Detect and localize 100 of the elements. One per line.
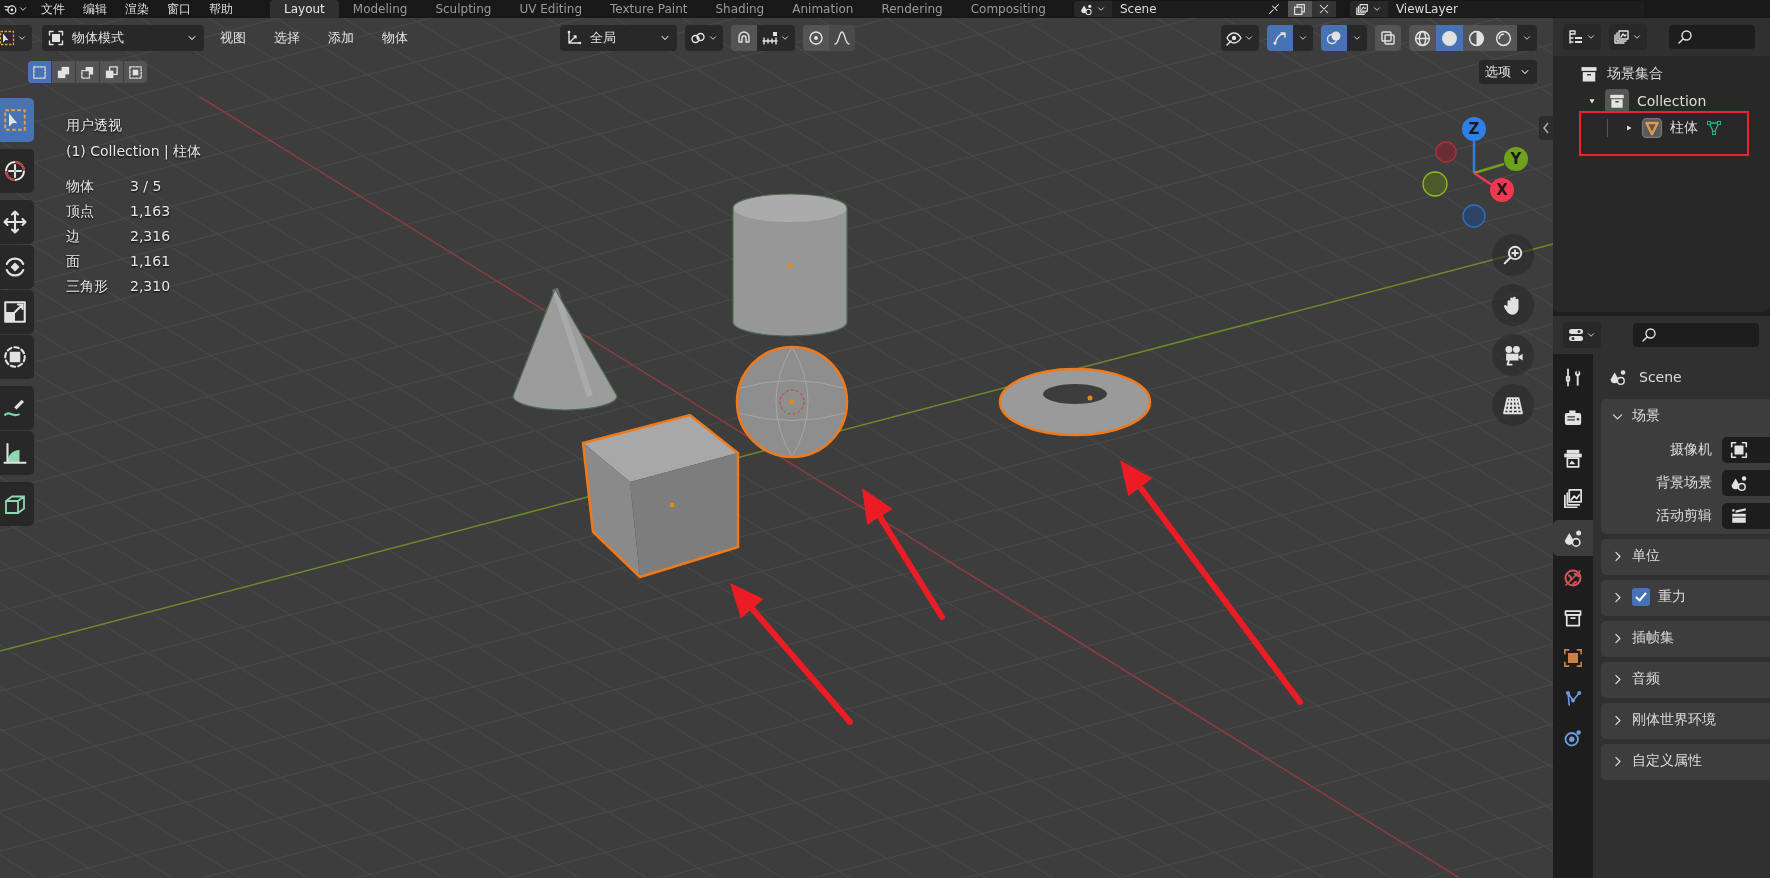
stat-label: 边 [66, 227, 81, 246]
stat-value: 2,310 [130, 277, 172, 296]
visibility-button[interactable] [1221, 25, 1259, 51]
search-field[interactable] [1669, 25, 1755, 49]
tool-button[interactable] [0, 335, 34, 379]
tool-button[interactable] [0, 290, 34, 334]
menu-item[interactable]: 文件 [32, 0, 74, 18]
options-dropdown[interactable]: 选项 [1479, 60, 1537, 84]
workspace-tab[interactable]: Texture Paint [596, 0, 702, 18]
wireframe-shading-button[interactable] [1409, 25, 1436, 51]
snap-target-button[interactable] [757, 25, 795, 51]
falloff-curve-icon [834, 30, 850, 46]
mode-dropdown[interactable]: 物体模式 [42, 25, 204, 51]
negative-axis-handle[interactable] [1422, 171, 1448, 197]
menu-item[interactable]: 视图 [208, 29, 258, 47]
panel-header[interactable]: 自定义属性 [1601, 744, 1770, 778]
sidebar-toggle[interactable] [1539, 116, 1553, 140]
scene-selector[interactable] [1073, 1, 1112, 17]
half-circle-icon [1468, 29, 1485, 47]
view-layer-selector[interactable] [1349, 1, 1388, 17]
axis-handle[interactable]: Y [1504, 147, 1528, 171]
transform-icon [3, 345, 27, 369]
checkbox[interactable] [1632, 588, 1650, 606]
falloff-button[interactable] [829, 25, 855, 51]
outliner-row[interactable]: 场景集合 [1553, 60, 1770, 87]
solid-shading-button[interactable] [1436, 25, 1463, 51]
selection-mode-button[interactable] [28, 61, 51, 83]
toggle-switch-icon [1568, 327, 1584, 343]
caret-icon [780, 33, 790, 43]
workspace-tab[interactable]: Shading [701, 0, 779, 18]
workspace-tab[interactable]: Modeling [338, 0, 422, 18]
magnet-icon [736, 30, 752, 46]
tool-button[interactable] [0, 149, 34, 193]
box-icon [1563, 608, 1583, 628]
selection-mode-button[interactable] [100, 61, 123, 83]
material-shading-button[interactable] [1463, 25, 1490, 51]
caret-icon [1352, 33, 1362, 43]
panel-header[interactable]: 音频 [1601, 662, 1770, 696]
outliner-row[interactable]: Collection [1553, 87, 1770, 114]
tool-button[interactable] [0, 482, 34, 526]
rendered-shading-button[interactable] [1490, 25, 1517, 51]
tool-button[interactable] [0, 431, 34, 475]
pin-icon [1267, 3, 1280, 15]
menu-item[interactable]: 窗口 [158, 0, 200, 18]
orientation-dropdown[interactable]: 全局 [560, 25, 677, 51]
axis-handle[interactable]: X [1490, 178, 1514, 202]
caret-icon [17, 33, 27, 43]
snap-toggle[interactable] [731, 25, 757, 51]
negative-axis-handle[interactable] [1435, 141, 1457, 163]
view-layer-field[interactable]: ViewLayer [1387, 1, 1644, 17]
properties-tab[interactable] [1553, 520, 1593, 556]
panel-header[interactable]: 刚体世界环境 [1601, 703, 1770, 737]
subtract-selection-icon [80, 64, 95, 80]
workspace-tab[interactable]: Layout [270, 0, 339, 18]
panel-header[interactable]: 插帧集 [1601, 621, 1770, 655]
negative-axis-handle[interactable] [1462, 204, 1486, 228]
layers-icon [1355, 2, 1369, 16]
tool-settings-button[interactable] [0, 25, 32, 51]
view-name: 用户透视 [66, 116, 123, 135]
gizmo-toggle[interactable] [1267, 25, 1293, 51]
zoom-button[interactable] [1492, 234, 1534, 276]
stat-label: 顶点 [66, 202, 95, 221]
search-field[interactable] [1633, 323, 1759, 347]
overlay-toggle[interactable] [1321, 25, 1347, 51]
outliner-row[interactable]: 柱体 [1553, 114, 1770, 141]
new-scene-button[interactable] [1287, 1, 1312, 17]
selection-mode-button[interactable] [76, 61, 99, 83]
delete-scene-button[interactable] [1311, 1, 1336, 17]
tool-button[interactable] [0, 386, 34, 430]
caret-icon [1586, 330, 1596, 340]
clapperboard-icon [1730, 506, 1748, 525]
xray-toggle[interactable] [1375, 25, 1401, 51]
menu-item[interactable]: 编辑 [74, 0, 116, 18]
camera-view-button[interactable] [1492, 334, 1534, 376]
menu-item[interactable]: 添加 [316, 29, 366, 47]
tool-button[interactable] [0, 245, 34, 289]
selection-mode-button[interactable] [52, 61, 75, 83]
menu-item[interactable]: 渲染 [116, 0, 158, 18]
menu-item[interactable]: 物体 [370, 29, 420, 47]
display-mode-button[interactable] [1563, 24, 1601, 50]
perspective-toggle[interactable] [1492, 384, 1534, 426]
selection-mode-button[interactable] [124, 61, 147, 83]
pivot-point-button[interactable] [685, 25, 723, 51]
filter-button[interactable] [1609, 24, 1647, 50]
panel-header[interactable]: 重力 [1601, 580, 1770, 614]
workspace-tab[interactable]: Animation [778, 0, 868, 18]
workspace-tab[interactable]: UV Editing [505, 0, 597, 18]
workspace-tab[interactable]: Rendering [867, 0, 957, 18]
editor-type-button[interactable] [1563, 322, 1601, 348]
proportional-edit-toggle[interactable] [803, 25, 829, 51]
workspace-tab[interactable]: Sculpting [421, 0, 506, 18]
workspace-tab[interactable]: Compositing [956, 0, 1060, 18]
panel-header[interactable]: 单位 [1601, 539, 1770, 573]
axis-handle[interactable]: Z [1462, 117, 1486, 141]
pan-button[interactable] [1492, 284, 1534, 326]
menu-item[interactable]: 选择 [262, 29, 312, 47]
menu-item[interactable]: 帮助 [200, 0, 242, 18]
tool-button[interactable] [0, 200, 34, 244]
panel-header[interactable]: 场景 [1601, 399, 1770, 433]
scene-name-field[interactable]: Scene [1111, 1, 1288, 17]
